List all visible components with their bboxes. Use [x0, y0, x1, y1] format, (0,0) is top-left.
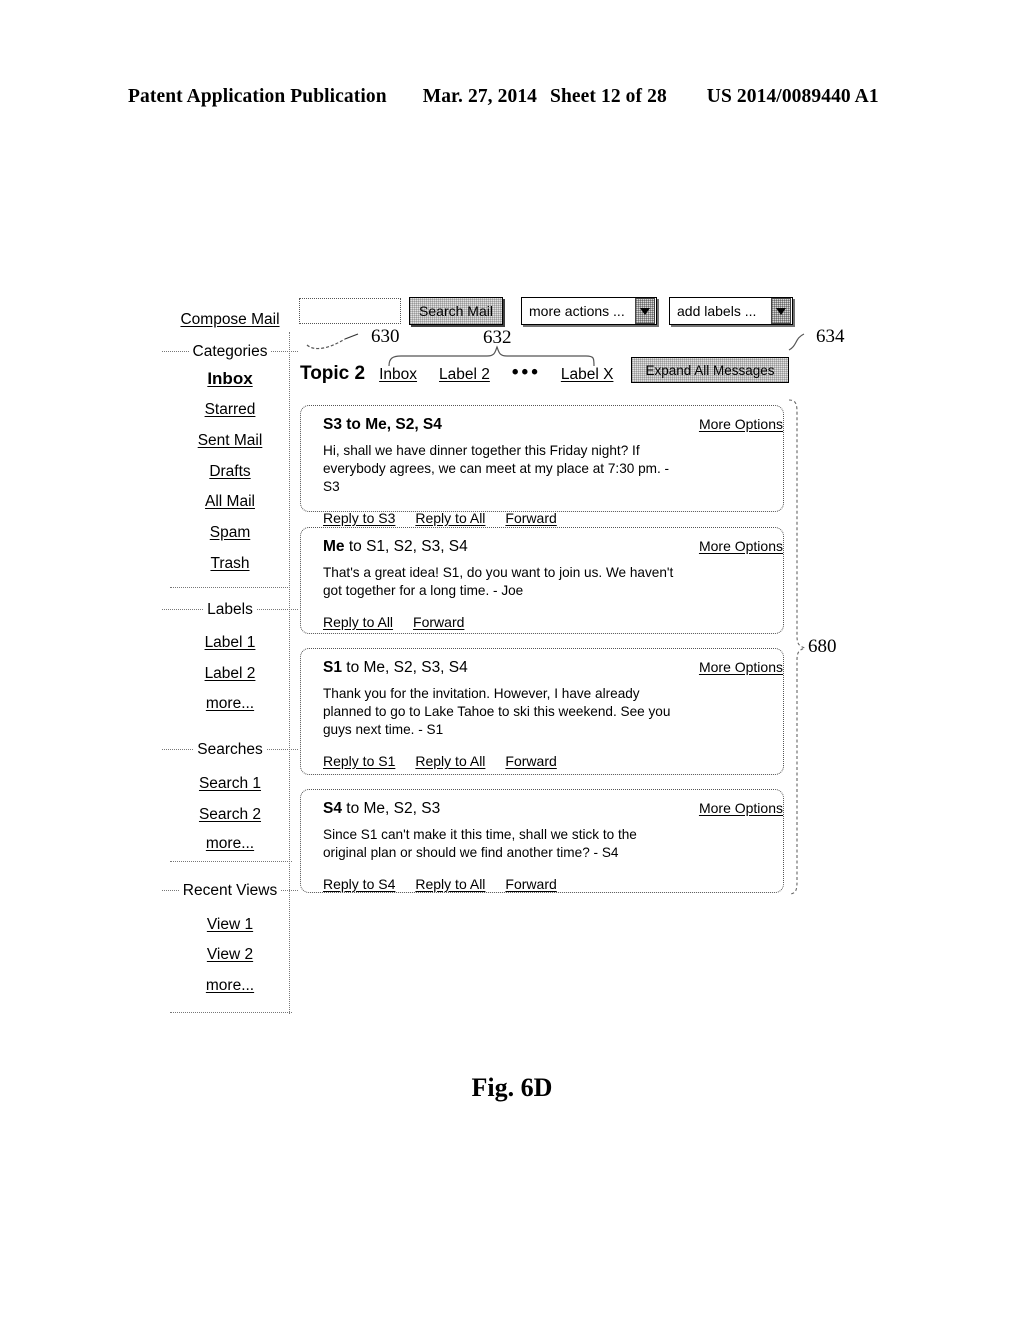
reference-numeral-632: 632	[483, 327, 512, 348]
figure-caption: Fig. 6D	[471, 1073, 553, 1102]
reference-numeral-630: 630	[371, 326, 400, 347]
reference-leader-lines	[306, 333, 807, 895]
email-client-mockup: Compose Mail Categories Inbox Starred Se…	[0, 0, 1024, 1320]
reference-numeral-680: 680	[808, 636, 837, 657]
reference-numeral-634: 634	[816, 326, 845, 347]
